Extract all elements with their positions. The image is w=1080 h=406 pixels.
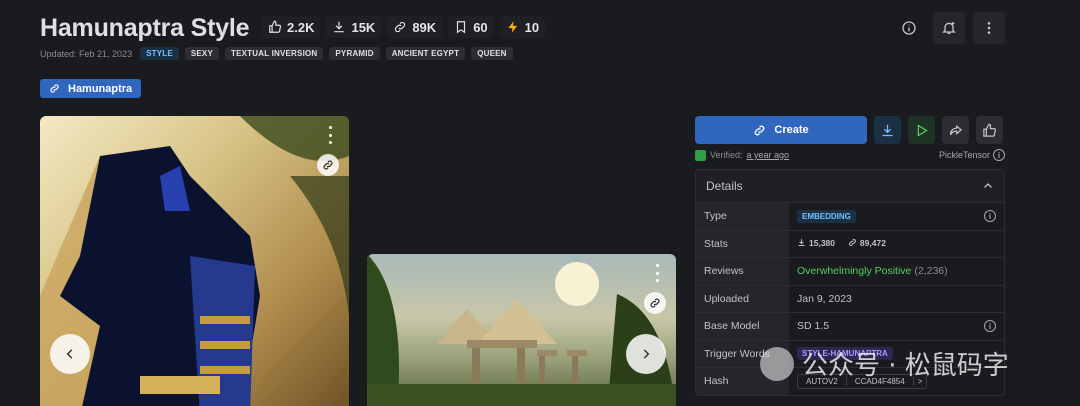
link-icon xyxy=(323,160,333,170)
download-icon xyxy=(882,124,893,136)
reviews-count: (2,236) xyxy=(914,265,948,278)
link-icon xyxy=(650,298,660,308)
base-model-value: SD 1.5 xyxy=(797,320,830,333)
reviews-sentiment[interactable]: Overwhelmingly Positive xyxy=(797,265,911,277)
gallery-prev-button[interactable] xyxy=(50,334,90,374)
tag-sexy[interactable]: SEXY xyxy=(184,47,220,60)
tag-ancient-egypt[interactable]: ANCIENT EGYPT xyxy=(385,47,466,60)
detail-key: Type xyxy=(696,203,789,230)
type-badge: EMBEDDING xyxy=(797,209,856,223)
info-icon[interactable]: i xyxy=(984,320,996,333)
likes-stat[interactable]: 2.2K xyxy=(262,16,321,38)
action-bar: Create xyxy=(695,116,1005,144)
card-link-button[interactable] xyxy=(317,154,339,176)
details-title: Details xyxy=(706,179,743,193)
stats-bar: 2.2K 15K 89K 60 10 xyxy=(262,16,546,38)
buzz-count: 10 xyxy=(524,19,540,35)
uploaded-date: Jan 9, 2023 xyxy=(797,292,852,305)
collection-badge[interactable]: Hamunaptra xyxy=(40,79,142,98)
play-icon xyxy=(917,123,928,137)
downloads-count: 15K xyxy=(351,19,376,35)
info-button[interactable] xyxy=(893,12,925,44)
notify-button[interactable] xyxy=(933,12,965,44)
download-button[interactable] xyxy=(874,116,901,144)
meta-row: Updated: Feb 21, 2023 STYLE SEXY TEXTUAL… xyxy=(40,47,513,60)
chevron-up-icon xyxy=(984,183,992,188)
verified-label: Verified: xyxy=(710,150,743,160)
detail-row-type: Type EMBEDDING i xyxy=(696,202,1004,230)
buzz-stat[interactable]: 10 xyxy=(499,16,546,38)
create-label: Create xyxy=(774,124,809,136)
share-icon xyxy=(949,124,963,135)
detail-key: Base Model xyxy=(696,313,789,340)
links-small-stat: 89,472 xyxy=(848,238,886,248)
card-link-button[interactable] xyxy=(644,292,666,314)
verified-time[interactable]: a year ago xyxy=(747,150,790,160)
temple-illustration xyxy=(367,254,676,406)
link-icon xyxy=(849,239,856,246)
saves-count: 60 xyxy=(473,19,488,35)
run-button[interactable] xyxy=(908,116,935,144)
downloads-total: 15,380 xyxy=(809,237,835,248)
gallery-image-anubis[interactable] xyxy=(40,116,349,406)
card-menu-button[interactable] xyxy=(652,264,662,282)
updated-date: Updated: Feb 21, 2023 xyxy=(40,48,133,59)
detail-key: Stats xyxy=(696,230,789,257)
detail-row-base-model: Base Model SD 1.5 i xyxy=(696,312,1004,340)
more-button[interactable] xyxy=(973,12,1005,44)
detail-row-stats: Stats 15,380 89,472 xyxy=(696,229,1004,257)
share-button[interactable] xyxy=(942,116,969,144)
download-icon xyxy=(798,239,805,246)
header-actions xyxy=(893,12,1005,44)
link-icon xyxy=(50,84,59,93)
dots-vertical-icon xyxy=(987,22,991,34)
tag-pyramid[interactable]: PYRAMID xyxy=(329,47,380,60)
info-icon[interactable]: i xyxy=(984,210,996,223)
link-icon xyxy=(755,125,765,135)
download-icon xyxy=(334,21,345,33)
like-button[interactable] xyxy=(976,116,1003,144)
links-stat[interactable]: 89K xyxy=(387,16,443,38)
verification-row: Verified: a year ago PickleTensor i xyxy=(695,149,1005,161)
downloads-small-stat: 15,380 xyxy=(797,238,835,248)
details-header[interactable]: Details xyxy=(696,170,1004,202)
create-button[interactable]: Create xyxy=(695,116,867,144)
tag-queen[interactable]: QUEEN xyxy=(471,47,513,60)
tag-style[interactable]: STYLE xyxy=(140,47,179,60)
gallery-image-temple[interactable] xyxy=(367,254,676,406)
bell-plus-icon xyxy=(942,22,956,34)
likes-count: 2.2K xyxy=(287,19,315,35)
downloads-stat[interactable]: 15K xyxy=(326,16,382,38)
detail-row-reviews: Reviews Overwhelmingly Positive (2,236) xyxy=(696,257,1004,285)
detail-key: Uploaded xyxy=(696,285,789,312)
bookmark-icon xyxy=(457,21,466,34)
card-menu-button[interactable] xyxy=(325,126,335,144)
link-icon xyxy=(395,21,406,33)
shield-check-icon xyxy=(695,149,706,161)
chevron-right-icon xyxy=(643,349,650,359)
chevron-left-icon xyxy=(66,349,73,359)
collection-label: Hamunaptra xyxy=(68,82,133,95)
tag-textual-inversion[interactable]: TEXTUAL INVERSION xyxy=(225,47,324,60)
saves-stat[interactable]: 60 xyxy=(448,16,494,38)
watermark-text: 公众号 · 松鼠码字 xyxy=(802,351,1009,381)
links-count: 89K xyxy=(412,19,437,35)
bolt-icon xyxy=(507,21,517,33)
thumbs-up-icon xyxy=(983,123,996,137)
author-name[interactable]: PickleTensor xyxy=(939,150,990,160)
links-total: 89,472 xyxy=(859,237,886,248)
info-icon[interactable]: i xyxy=(993,149,1005,161)
wechat-logo-icon xyxy=(760,346,794,381)
watermark: 公众号 · 松鼠码字 xyxy=(760,345,1009,382)
thumbs-up-icon xyxy=(269,20,282,33)
page-title: Hamunaptra Style xyxy=(40,14,250,42)
detail-row-uploaded: Uploaded Jan 9, 2023 xyxy=(696,284,1004,312)
info-icon xyxy=(902,21,916,35)
detail-key: Reviews xyxy=(696,258,789,285)
gallery-next-button[interactable] xyxy=(626,334,666,374)
